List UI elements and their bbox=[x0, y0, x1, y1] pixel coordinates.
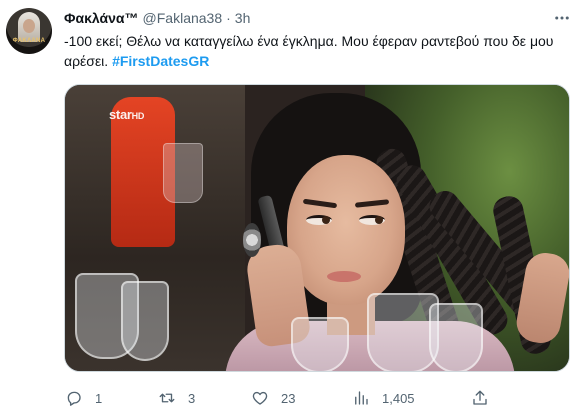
reply-icon bbox=[64, 388, 84, 408]
media-wine-glass bbox=[291, 317, 349, 371]
media-pupil bbox=[322, 216, 330, 224]
media-face bbox=[287, 155, 405, 305]
reply-count: 1 bbox=[95, 390, 103, 406]
media-background-glass bbox=[163, 143, 203, 203]
views-count: 1,405 bbox=[382, 390, 415, 406]
timestamp[interactable]: 3h bbox=[235, 10, 251, 26]
retweet-icon bbox=[157, 388, 177, 408]
media-earring bbox=[243, 223, 261, 257]
reply-button[interactable]: 1 bbox=[64, 386, 102, 410]
channel-watermark: starHD bbox=[109, 107, 144, 122]
more-button[interactable] bbox=[552, 8, 572, 28]
views-button[interactable]: 1,405 bbox=[351, 386, 415, 410]
media-wine-glass bbox=[121, 281, 169, 361]
media-lips bbox=[327, 271, 361, 282]
tweet-header: Φακλάνα™ @Faklana38 · 3h bbox=[64, 10, 250, 28]
hashtag-link[interactable]: #FirstDatesGR bbox=[112, 53, 209, 69]
retweet-count: 3 bbox=[188, 390, 196, 406]
tweet[interactable]: ΦΑΚΛΑΝΑ Φακλάνα™ @Faklana38 · 3h -100 εκ… bbox=[0, 0, 588, 420]
tweet-text: -100 εκεί; Θέλω να καταγγείλω ένα έγκλημ… bbox=[64, 31, 576, 71]
share-button[interactable] bbox=[470, 386, 490, 410]
tweet-media[interactable]: starHD bbox=[64, 84, 570, 372]
views-icon bbox=[351, 388, 371, 408]
share-icon bbox=[470, 388, 490, 408]
avatar[interactable]: ΦΑΚΛΑΝΑ bbox=[6, 8, 52, 54]
separator-dot: · bbox=[226, 10, 231, 26]
media-wine-glass bbox=[429, 303, 483, 371]
avatar-logo: ΦΑΚΛΑΝΑ bbox=[12, 38, 46, 44]
avatar-face bbox=[23, 19, 35, 33]
user-handle[interactable]: @Faklana38 bbox=[143, 10, 223, 26]
like-count: 23 bbox=[281, 390, 296, 406]
media-pupil bbox=[375, 216, 383, 224]
heart-icon bbox=[250, 388, 270, 408]
like-button[interactable]: 23 bbox=[250, 386, 295, 410]
watermark-suffix: HD bbox=[131, 111, 145, 121]
tweet-actions: 1 3 23 1,405 bbox=[0, 386, 588, 410]
retweet-button[interactable]: 3 bbox=[157, 386, 195, 410]
more-icon bbox=[553, 9, 571, 27]
watermark-main: star bbox=[109, 107, 132, 122]
display-name[interactable]: Φακλάνα™ bbox=[64, 10, 139, 26]
